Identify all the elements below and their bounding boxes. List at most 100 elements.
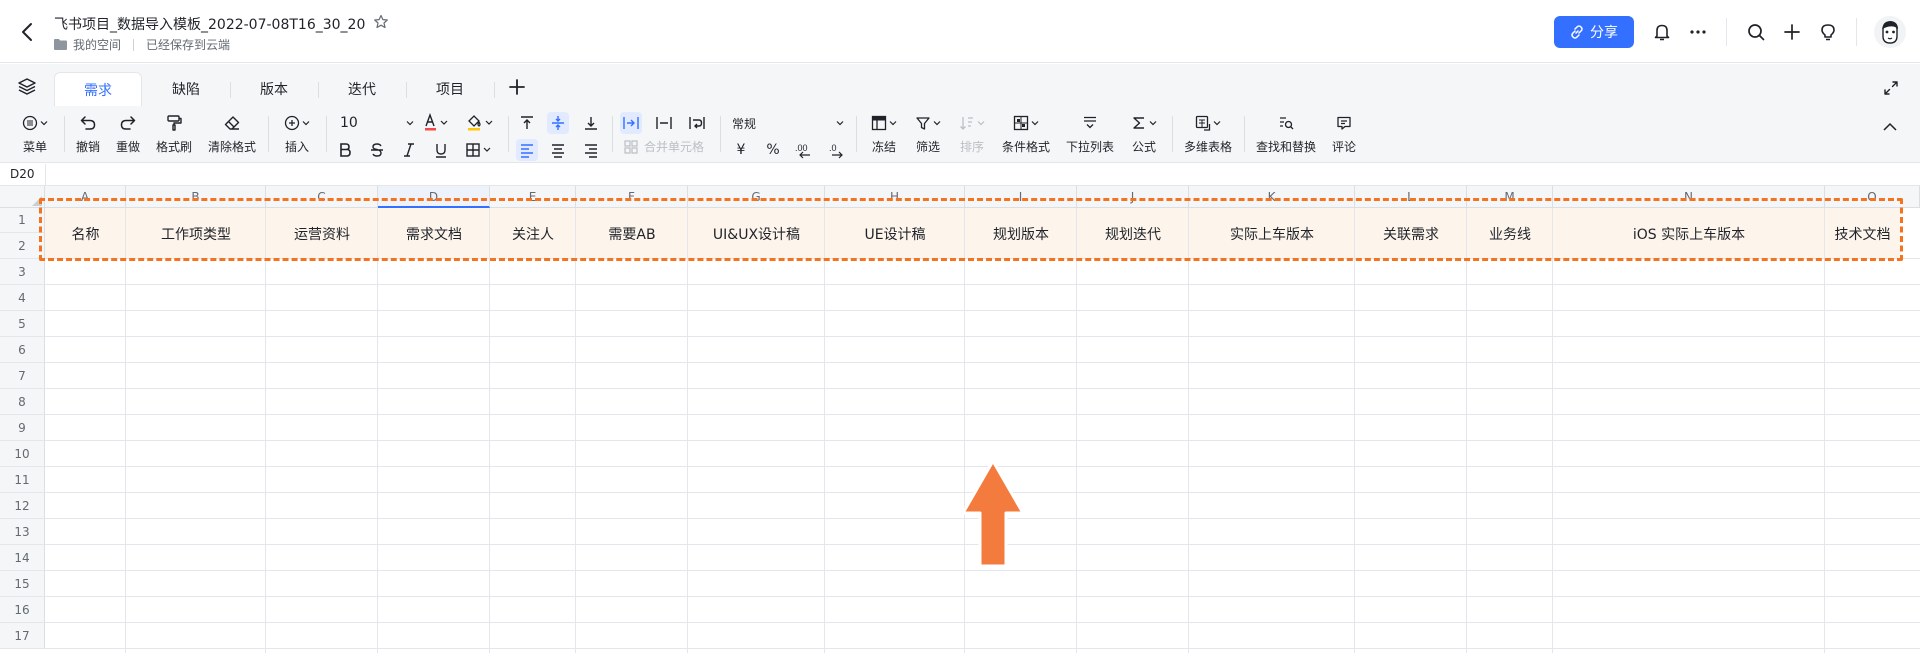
sort-button[interactable]: 排序 [956, 112, 988, 155]
add-sheet-icon[interactable] [507, 77, 527, 97]
menu-label: 菜单 [22, 140, 47, 154]
more-icon[interactable] [1686, 20, 1710, 44]
overflow-icon[interactable] [620, 112, 642, 134]
sheet-tabs-bar: 需求 缺陷 版本 迭代 项目 [0, 64, 1920, 106]
undo-button[interactable]: 撤销 [74, 112, 102, 155]
search-icon[interactable] [1744, 20, 1768, 44]
row-header-13[interactable]: 13 [0, 519, 45, 545]
formula-bar: D20 [0, 164, 1920, 186]
row-header-8[interactable]: 8 [0, 389, 45, 415]
row-header-5[interactable]: 5 [0, 311, 45, 337]
document-title[interactable]: 飞书项目_数据导入模板_2022-07-08T16_30_20 [54, 14, 365, 34]
row-header-12[interactable]: 12 [0, 493, 45, 519]
format-painter-button[interactable]: 格式刷 [154, 112, 194, 155]
tab-project[interactable]: 项目 [406, 72, 494, 106]
row-gridline [45, 570, 1920, 571]
tab-iteration[interactable]: 迭代 [318, 72, 406, 106]
find-replace-button[interactable]: 查找和替换 [1254, 112, 1318, 155]
avatar[interactable] [1874, 16, 1906, 48]
row-gridline [45, 362, 1920, 363]
align-top-icon[interactable] [516, 112, 538, 134]
align-right-icon[interactable] [580, 139, 602, 161]
tab-demand[interactable]: 需求 [54, 72, 142, 106]
plus-icon[interactable] [1780, 20, 1804, 44]
redo-button[interactable]: 重做 [114, 112, 142, 155]
comment-label: 评论 [1331, 140, 1356, 154]
align-bottom-icon[interactable] [580, 112, 602, 134]
row-header-6[interactable]: 6 [0, 337, 45, 363]
row-gridline [45, 414, 1920, 415]
column-gridline [824, 208, 825, 653]
merge-cells-button[interactable]: 合并单元格 [624, 138, 704, 155]
redo-label: 重做 [115, 140, 140, 154]
row-header-15[interactable]: 15 [0, 571, 45, 597]
clip-icon[interactable] [653, 112, 675, 134]
titlebar-divider [1856, 18, 1857, 46]
formula-bar-divider [45, 164, 46, 186]
underline-icon[interactable] [430, 139, 452, 161]
row-header-11[interactable]: 11 [0, 467, 45, 493]
layers-icon[interactable] [17, 77, 37, 95]
insert-button[interactable]: 插入 [280, 112, 314, 155]
row-gridline [45, 622, 1920, 623]
multi-table-button[interactable]: 多维表格 [1182, 112, 1234, 155]
tab-version[interactable]: 版本 [230, 72, 318, 106]
chevron-down-icon [406, 121, 414, 126]
find-replace-label: 查找和替换 [1255, 140, 1316, 154]
comment-button[interactable]: 评论 [1330, 112, 1358, 155]
font-color-icon[interactable] [422, 112, 452, 134]
star-icon[interactable] [373, 14, 389, 30]
dropdown-list-button[interactable]: 下拉列表 [1064, 112, 1116, 155]
currency-button[interactable]: ¥ [730, 139, 752, 161]
row-header-9[interactable]: 9 [0, 415, 45, 441]
freeze-button[interactable]: 冻结 [868, 112, 900, 155]
clear-format-button[interactable]: 清除格式 [206, 112, 258, 155]
bold-icon[interactable] [334, 139, 356, 161]
row-header-17[interactable]: 17 [0, 623, 45, 649]
italic-icon[interactable] [398, 139, 420, 161]
filter-button[interactable]: 筛选 [912, 112, 944, 155]
row-header-16[interactable]: 16 [0, 597, 45, 623]
toolbar-divider [326, 116, 327, 152]
increase-decimal-icon[interactable]: .0 [825, 139, 847, 161]
border-icon[interactable] [464, 139, 496, 161]
decrease-decimal-icon[interactable]: .00 [793, 139, 815, 161]
formula-button[interactable]: 公式 [1128, 112, 1160, 155]
align-center-icon[interactable] [547, 139, 569, 161]
svg-text:.00: .00 [795, 143, 808, 153]
eraser-icon [224, 116, 240, 130]
row-header-14[interactable]: 14 [0, 545, 45, 571]
wrap-text-icon[interactable] [686, 112, 708, 134]
row-gridline [45, 388, 1920, 389]
font-size-select[interactable]: 10 [340, 112, 414, 134]
number-format-select[interactable]: 常规 [732, 112, 844, 134]
row-header-10[interactable]: 10 [0, 441, 45, 467]
bulb-icon[interactable] [1816, 20, 1840, 44]
collapse-toolbar-icon[interactable] [1879, 116, 1901, 138]
column-gridline [125, 208, 126, 653]
align-middle-icon[interactable] [547, 112, 569, 134]
merge-cells-label: 合并单元格 [644, 140, 705, 154]
spreadsheet-grid[interactable]: A B C D E F G H I J K L M N O 1 2 3 4 5 6 7 8 9 10 11 12 13 14 15 16 17… [0, 186, 1920, 653]
align-left-icon[interactable] [516, 139, 538, 161]
row-header-4[interactable]: 4 [0, 285, 45, 311]
highlight-annotation-box [39, 198, 1903, 261]
menu-button[interactable]: 菜单 [18, 112, 52, 155]
toolbar-divider [612, 116, 613, 152]
back-arrow-icon[interactable] [18, 20, 38, 44]
insert-icon [284, 115, 300, 131]
toolbar-divider [508, 116, 509, 152]
fullscreen-icon[interactable] [1883, 80, 1899, 96]
row-header-3[interactable]: 3 [0, 259, 45, 285]
column-gridline [1824, 208, 1825, 653]
fill-color-icon[interactable] [465, 112, 497, 134]
conditional-format-button[interactable]: 条件格式 [1000, 112, 1052, 155]
bell-icon[interactable] [1650, 20, 1674, 44]
strikethrough-icon[interactable] [366, 139, 388, 161]
share-button[interactable]: 分享 [1554, 16, 1634, 48]
cell-reference[interactable]: D20 [10, 167, 35, 181]
percent-button[interactable]: % [762, 139, 784, 161]
breadcrumb-location[interactable]: 我的空间 [73, 36, 121, 53]
tab-bug[interactable]: 缺陷 [142, 72, 230, 106]
row-header-7[interactable]: 7 [0, 363, 45, 389]
